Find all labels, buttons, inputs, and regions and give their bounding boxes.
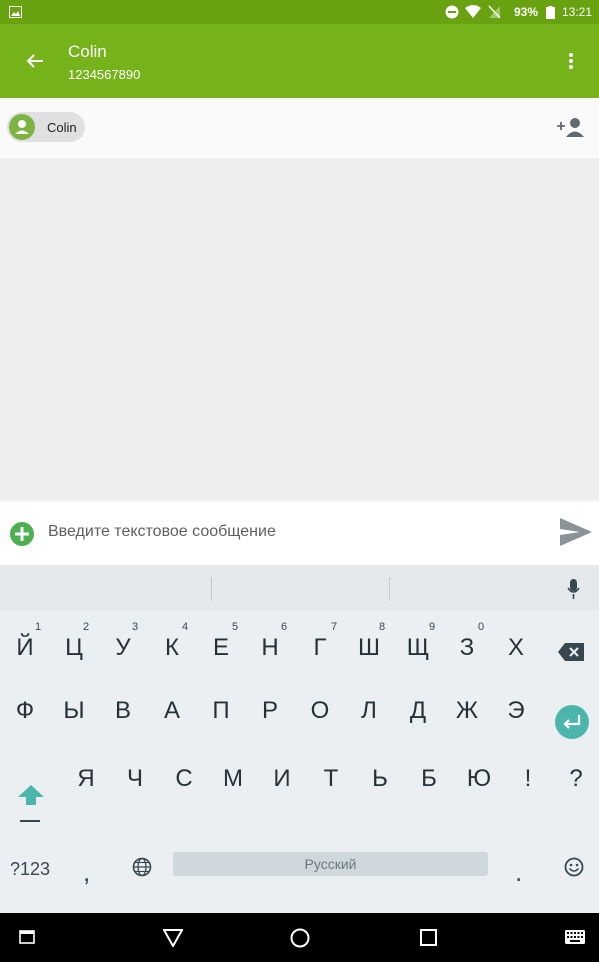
shift-icon[interactable] <box>18 785 44 823</box>
key-л[interactable]: Л <box>344 697 394 725</box>
key-в[interactable]: В <box>98 697 148 725</box>
key-и[interactable]: И <box>257 765 307 793</box>
clock: 13:21 <box>562 5 593 19</box>
key-д[interactable]: Д <box>393 697 443 725</box>
key-hint: 7 <box>330 621 338 633</box>
wifi-icon <box>465 5 481 18</box>
app-bar: Colin 1234567890 <box>0 24 599 98</box>
key-hint: 0 <box>477 621 485 633</box>
key-ш[interactable]: Ш <box>344 634 394 662</box>
key-hint: 1 <box>34 621 42 633</box>
key-hint: 4 <box>181 621 189 633</box>
key-щ[interactable]: Щ <box>393 634 443 662</box>
key-ь[interactable]: Ь <box>355 765 405 793</box>
key-г[interactable]: Г <box>295 634 345 662</box>
key-question[interactable]: ? <box>551 765 599 793</box>
key-hint: 3 <box>131 621 139 633</box>
key-б[interactable]: Б <box>404 765 454 793</box>
key-ф[interactable]: Ф <box>0 697 50 725</box>
key-hint: 8 <box>378 621 386 633</box>
message-input[interactable]: Введите текстовое сообщение <box>48 523 276 541</box>
key-exclamation[interactable]: ! <box>503 765 553 793</box>
suggestion-strip <box>0 565 599 611</box>
key-е[interactable]: Е <box>196 634 246 662</box>
recipients-bar: Colin <box>0 98 599 158</box>
key-о[interactable]: О <box>295 697 345 725</box>
recipient-chip-label: Colin <box>47 120 77 135</box>
key-hint: 9 <box>428 621 436 633</box>
key-я[interactable]: Я <box>61 765 111 793</box>
key-а[interactable]: А <box>147 697 197 725</box>
emoji-icon[interactable] <box>564 857 584 877</box>
suggestion-divider <box>211 577 212 601</box>
space-bar[interactable]: Русский <box>173 852 488 876</box>
key-period[interactable]: . <box>515 857 522 888</box>
battery-percent: 93% <box>514 5 539 19</box>
key-э[interactable]: Э <box>491 697 541 725</box>
navigation-bar <box>0 913 599 962</box>
key-з[interactable]: З <box>442 634 492 662</box>
send-icon[interactable] <box>560 518 592 546</box>
key-hint: 6 <box>280 621 288 633</box>
add-contact-icon[interactable] <box>557 117 585 139</box>
suggestion-divider <box>389 577 390 601</box>
key-ц[interactable]: Ц <box>49 634 99 662</box>
contact-avatar-icon <box>9 114 35 140</box>
recipient-chip[interactable]: Colin <box>7 112 85 142</box>
recent-window-icon[interactable] <box>19 930 35 944</box>
status-bar: 93% 13:21 <box>0 0 599 24</box>
battery-icon <box>546 6 555 19</box>
overflow-menu-icon[interactable] <box>568 52 574 70</box>
key-к[interactable]: К <box>147 634 197 662</box>
key-п[interactable]: П <box>196 697 246 725</box>
key-comma[interactable]: , <box>83 857 90 888</box>
key-hint: 2 <box>82 621 90 633</box>
overview-square-icon[interactable] <box>420 929 437 946</box>
back-arrow-icon[interactable] <box>26 53 44 69</box>
home-circle-icon[interactable] <box>290 928 310 948</box>
keyboard-switch-icon[interactable] <box>565 930 585 944</box>
backspace-icon[interactable] <box>558 643 584 661</box>
key-м[interactable]: М <box>208 765 258 793</box>
key-р[interactable]: Р <box>245 697 295 725</box>
compose-bar: Введите текстовое сообщение <box>0 501 599 565</box>
key-с[interactable]: С <box>159 765 209 793</box>
keyboard-row-4: ?123 , Русский . <box>0 835 599 913</box>
conversation-phone-number: 1234567890 <box>68 67 141 82</box>
key-т[interactable]: Т <box>306 765 356 793</box>
keyboard-row-2: Ф Ы В А П Р О Л Д Ж Э <box>0 675 599 745</box>
enter-icon[interactable] <box>554 704 590 740</box>
microphone-icon[interactable] <box>567 579 580 599</box>
back-triangle-icon[interactable] <box>163 929 183 947</box>
no-signal-icon <box>488 5 501 19</box>
key-hint: 5 <box>231 621 239 633</box>
key-ж[interactable]: Ж <box>442 697 492 725</box>
add-attachment-icon[interactable] <box>10 522 34 546</box>
key-х[interactable]: Х <box>491 634 541 662</box>
key-у[interactable]: У <box>98 634 148 662</box>
gallery-notification-icon <box>9 6 22 18</box>
symbols-key[interactable]: ?123 <box>10 859 50 880</box>
globe-icon[interactable] <box>132 857 152 877</box>
key-ы[interactable]: Ы <box>49 697 99 725</box>
keyboard: 1 2 3 4 5 6 7 8 9 0 Й Ц У К Е Н Г Ш Щ З … <box>0 565 599 913</box>
key-ч[interactable]: Ч <box>110 765 160 793</box>
do-not-disturb-icon <box>445 5 459 19</box>
key-ю[interactable]: Ю <box>454 765 504 793</box>
message-list <box>0 158 599 501</box>
keyboard-row-3: Я Ч С М И Т Ь Б Ю ! ? <box>0 745 599 835</box>
key-н[interactable]: Н <box>245 634 295 662</box>
key-й[interactable]: Й <box>0 634 50 662</box>
keyboard-row-1: 1 2 3 4 5 6 7 8 9 0 Й Ц У К Е Н Г Ш Щ З … <box>0 611 599 675</box>
conversation-title: Colin <box>68 42 107 61</box>
